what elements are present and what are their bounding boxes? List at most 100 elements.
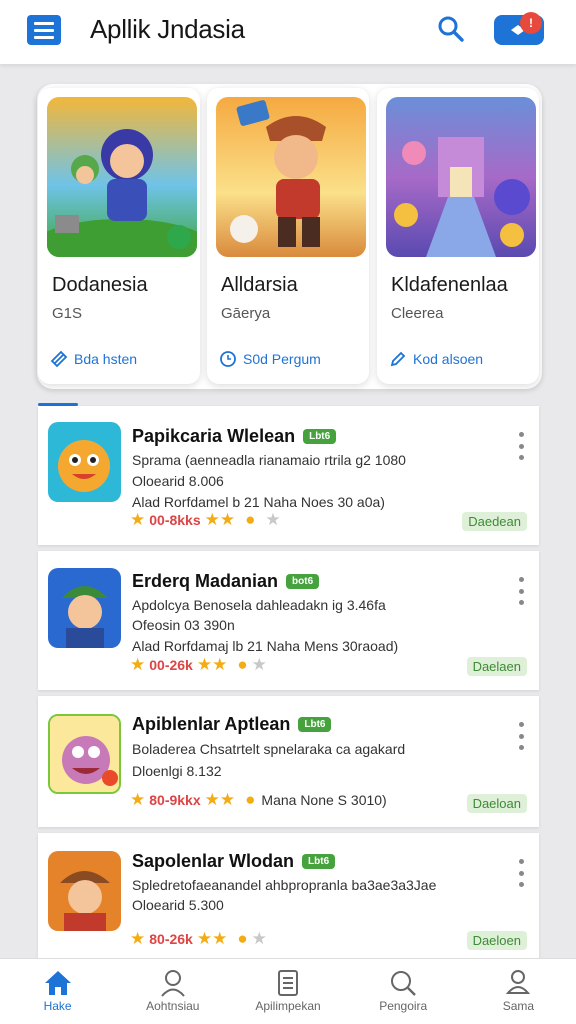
app-description: Spledretofaeanandel ahbpropranla ba3ae3a… <box>132 877 437 893</box>
app-status-badge: Daeloan <box>466 794 527 813</box>
featured-action-label: Kod alsoen <box>413 351 484 367</box>
app-size: Dloenlgi 8.132 <box>132 763 222 779</box>
featured-card[interactable]: Kldafenenlaa Cleerea Kod alsoen <box>377 88 539 384</box>
app-badge: bot6 <box>286 574 320 589</box>
game-artwork <box>47 97 197 257</box>
list-item[interactable]: Erderq Madanian bot6 Apdolcya Benosela d… <box>38 551 539 690</box>
app-title: Sapolenlar Wlodan <box>132 851 295 871</box>
featured-title: Kldafenenlaa <box>391 274 508 296</box>
featured-action[interactable]: Bda hsten <box>50 350 137 368</box>
app-description: Sprama (aenneadla rianamaio rtrila g2 10… <box>132 452 406 468</box>
star-icon: ● <box>237 655 248 674</box>
app-status-badge: Daedean <box>462 512 527 531</box>
star-icon: ★★ <box>196 655 228 674</box>
featured-action[interactable]: S0d Pergum <box>219 350 321 368</box>
app-rating: 80-26k <box>149 931 193 947</box>
game-artwork <box>216 97 366 257</box>
app-rating: 00-8kks <box>149 512 201 528</box>
bottom-navigation: Hake Aohtnsiau Apilimpekan Pengoira Sama <box>0 958 576 1024</box>
featured-action[interactable]: Kod alsoen <box>389 350 483 368</box>
app-title-row: Apiblenlar Aptlean Lbt6 <box>132 714 332 735</box>
list-item[interactable]: Papikcaria Wlelean Lbt6 Sprama (aenneadl… <box>38 406 539 545</box>
search-icon[interactable] <box>436 14 466 44</box>
app-title-row: Papikcaria Wlelean Lbt6 <box>132 426 337 447</box>
app-description: Boladerea Chsatrtelt spnelaraka ca agaka… <box>132 741 406 757</box>
app-size: Oloearid 8.006 <box>132 473 224 489</box>
home-icon <box>44 971 71 995</box>
app-rating: 80-9kkx <box>149 792 201 808</box>
more-options-icon[interactable] <box>518 432 524 460</box>
app-status-badge: Daeloen <box>466 931 527 950</box>
star-icon: ★★ <box>196 929 228 948</box>
star-icon: ★ <box>130 510 146 529</box>
app-size: Oloearid 5.300 <box>132 897 224 913</box>
app-size: Ofeosin 03 390n <box>132 617 235 633</box>
list-item[interactable]: Sapolenlar Wlodan Lbt6 Spledretofaeanand… <box>38 833 539 958</box>
more-options-icon[interactable] <box>518 859 524 887</box>
more-options-icon[interactable] <box>518 722 524 750</box>
star-empty-icon: ★ <box>251 929 267 948</box>
menu-button[interactable] <box>27 15 61 45</box>
list-item[interactable]: Apiblenlar Aptlean Lbt6 Boladerea Chsatr… <box>38 696 539 827</box>
document-icon <box>278 970 298 996</box>
star-icon: ★★ <box>204 790 236 809</box>
profile-icon <box>506 970 531 994</box>
notification-badge: ! <box>520 12 542 34</box>
app-icon <box>48 714 121 794</box>
nav-item-profile[interactable]: Sama <box>461 959 576 1024</box>
app-rating-row: ★ 00-26k ★★ ● ★ <box>130 655 267 675</box>
notification-button[interactable]: ! <box>494 12 544 45</box>
star-icon: ● <box>237 929 248 948</box>
app-badge: Lbt6 <box>303 429 337 444</box>
app-meta: Alad Rorfdamaj lb 21 Naha Mens 30raoad) <box>132 638 399 654</box>
featured-action-label: S0d Pergum <box>243 351 321 367</box>
star-icon: ★ <box>130 929 146 948</box>
more-options-icon[interactable] <box>518 577 524 605</box>
app-meta: Alad Rorfdamel b 21 Naha Noes 30 a0a) <box>132 494 385 510</box>
app-meta: Mana None S 3010) <box>261 792 387 808</box>
app-status-badge: Daelaen <box>466 657 527 676</box>
app-rating-row: ★ 80-26k ★★ ● ★ <box>130 929 267 949</box>
featured-subtitle: Gāerya <box>221 305 271 322</box>
nav-item-search[interactable]: Pengoira <box>346 959 461 1024</box>
star-icon: ● <box>245 790 256 809</box>
app-icon <box>48 568 121 648</box>
featured-card[interactable]: Dodanesia G1S Bda hsten <box>38 88 200 384</box>
search-icon <box>391 971 417 996</box>
nav-item-account[interactable]: Aohtnsiau <box>115 959 230 1024</box>
featured-card[interactable]: Alldarsia Gāerya S0d Pergum <box>207 88 369 384</box>
featured-subtitle: Cleerea <box>391 305 444 322</box>
user-icon <box>161 970 185 997</box>
star-icon: ★★ <box>204 510 236 529</box>
star-icon: ★ <box>130 655 146 674</box>
nav-item-apps[interactable]: Apilimpekan <box>230 959 345 1024</box>
app-title: Erderq Madanian <box>132 571 279 591</box>
app-bar: Apllik Jndasia ! <box>0 0 576 64</box>
star-icon: ★ <box>130 790 146 809</box>
app-rating-row: ★ 00-8kks ★★ ● ★ <box>130 510 281 530</box>
app-icon <box>48 422 121 502</box>
nav-label: Pengoira <box>379 999 428 1013</box>
featured-action-label: Bda hsten <box>74 351 138 367</box>
app-description: Apdolcya Benosela dahleadakn ig 3.46fa <box>132 597 386 613</box>
star-empty-icon: ★ <box>251 655 267 674</box>
app-title-row: Sapolenlar Wlodan Lbt6 <box>132 851 336 872</box>
app-title-row: Erderq Madanian bot6 <box>132 571 320 592</box>
featured-subtitle: G1S <box>52 305 83 322</box>
game-artwork <box>386 97 536 257</box>
edit-icon <box>390 351 406 367</box>
app-badge: Lbt6 <box>302 854 336 869</box>
nav-item-home[interactable]: Hake <box>0 959 115 1024</box>
app-rating-row: ★ 80-9kkx ★★ ● Mana None S 3010) <box>130 790 387 810</box>
star-empty-icon: ★ <box>265 510 281 529</box>
app-title: Apiblenlar Aptlean <box>132 714 291 734</box>
nav-label: Apilimpekan <box>255 999 321 1013</box>
tag-icon <box>50 350 68 368</box>
app-title: Apllik Jndasia <box>90 14 245 44</box>
app-badge: Lbt6 <box>298 717 332 732</box>
nav-label: Sama <box>502 999 535 1013</box>
clock-icon <box>220 351 236 367</box>
app-title: Papikcaria Wlelean <box>132 426 296 446</box>
featured-title: Alldarsia <box>221 274 298 296</box>
app-rating: 00-26k <box>149 657 193 673</box>
